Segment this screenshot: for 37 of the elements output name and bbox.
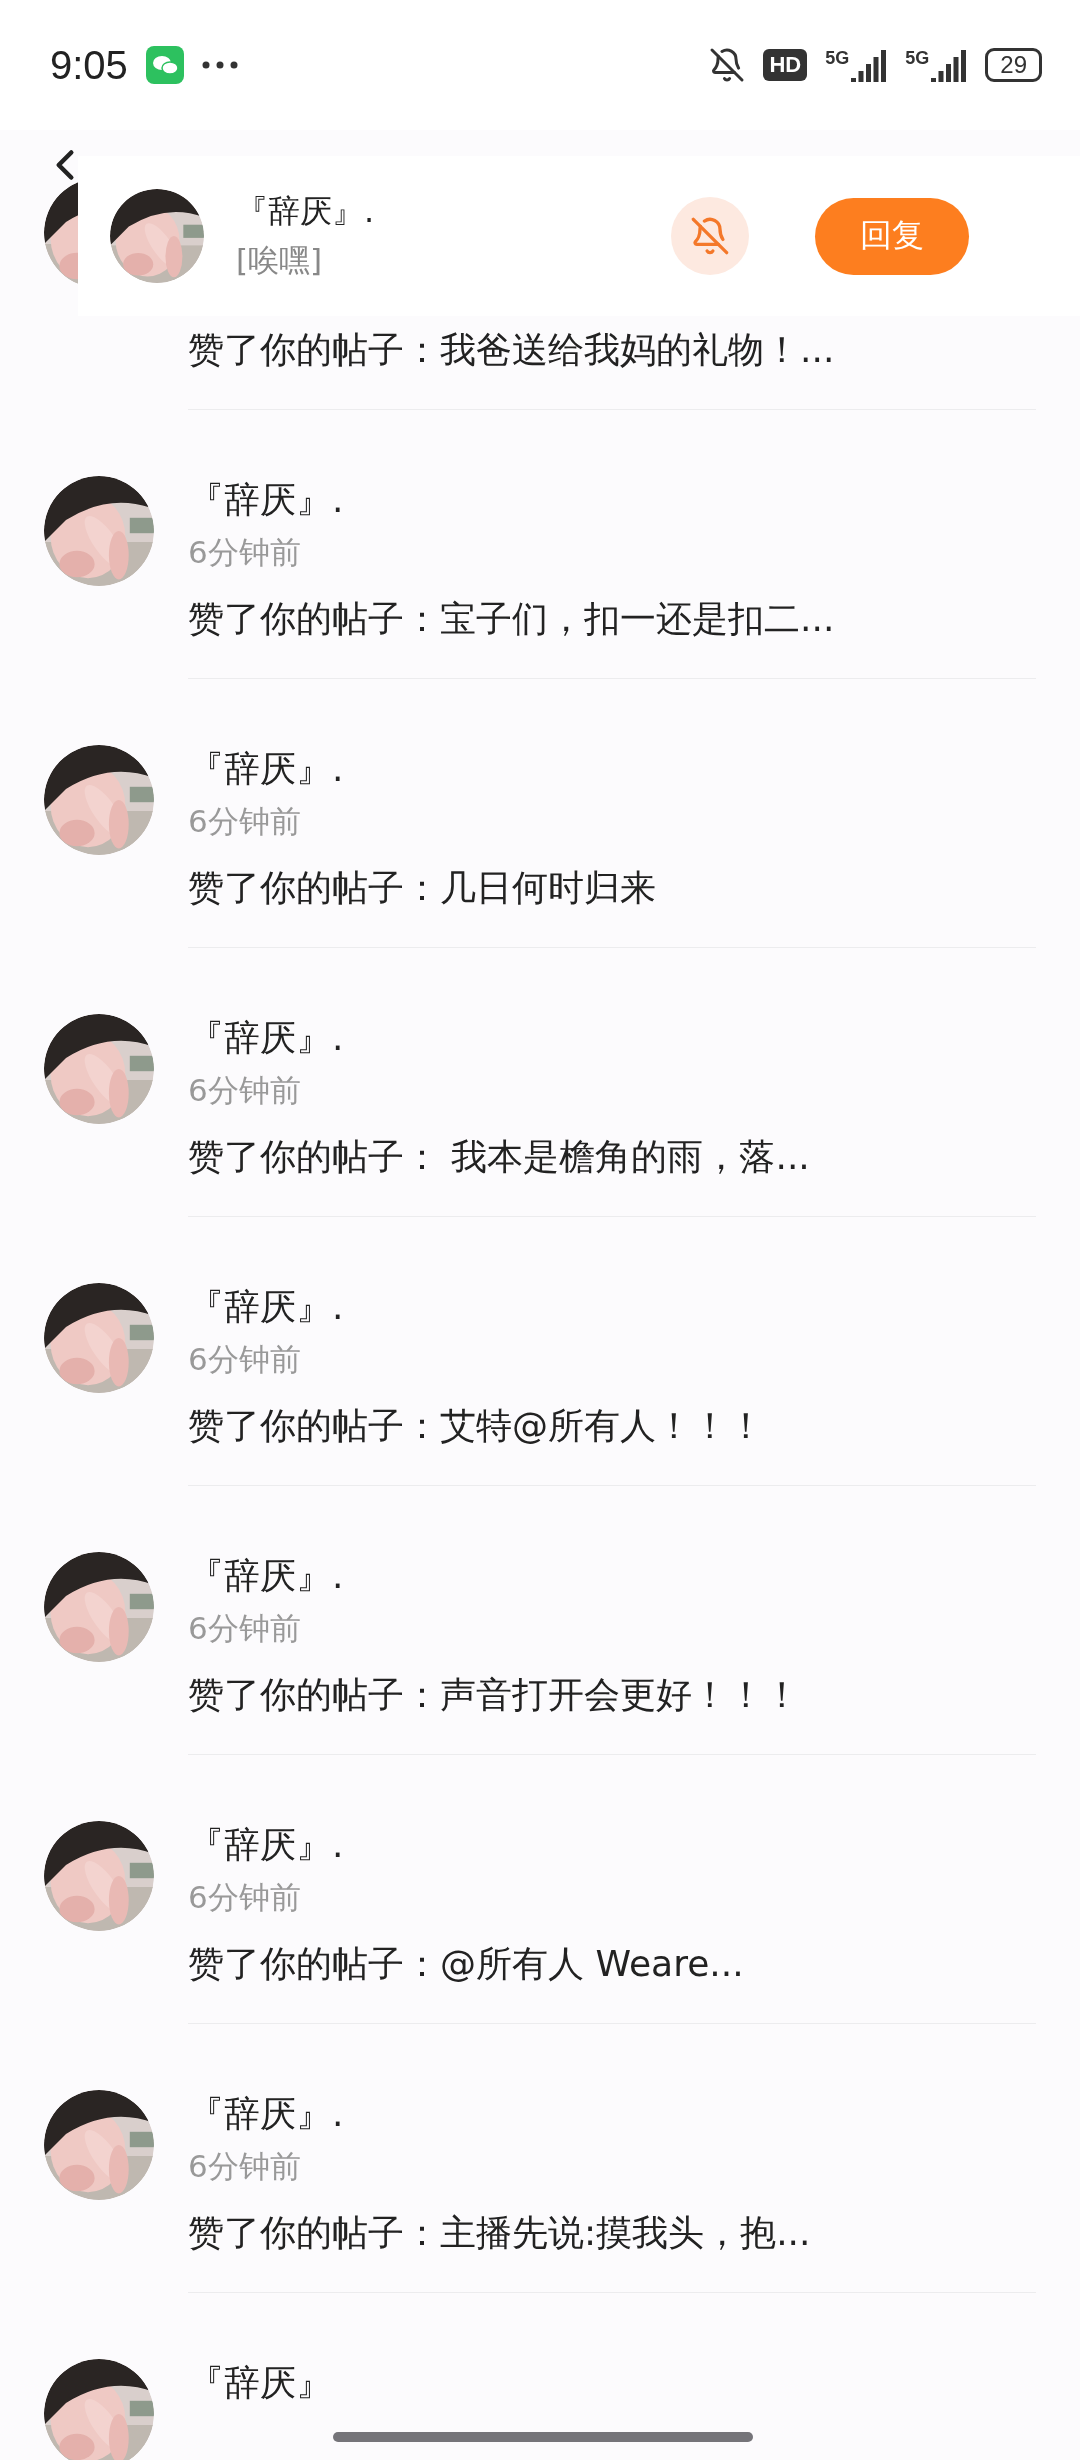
notification-text: 赞了你的帖子：宝子们，扣一还是扣二... <box>188 597 836 641</box>
user-name: 『辞厌』. <box>188 1554 345 1598</box>
user-name: 『辞厌』. <box>188 2092 345 2136</box>
notification-text: 赞了你的帖子：艾特@所有人！！！ <box>188 1404 765 1448</box>
message-preview: [唉嘿] <box>236 241 324 280</box>
chat-app-icon <box>145 46 184 84</box>
signal-icon <box>851 48 888 82</box>
timestamp: 6分钟前 <box>188 802 302 841</box>
user-name: 『辞厌』. <box>188 1016 345 1060</box>
user-name: 『辞厌』 <box>188 2361 333 2405</box>
timestamp: 6分钟前 <box>188 1071 302 1110</box>
notification-text: 赞了你的帖子：几日何时归来 <box>188 866 657 910</box>
notification-text: 赞了你的帖子：声音打开会更好！！！ <box>188 1673 801 1717</box>
more-icon <box>201 61 238 69</box>
timestamp: 6分钟前 <box>188 1609 302 1648</box>
hd-badge: HD <box>763 49 808 81</box>
notification-banner[interactable]: 『辞厌』. [唉嘿] 回复 <box>78 156 1080 316</box>
sender-name: 『辞厌』. <box>236 191 376 232</box>
timestamp: 6分钟前 <box>188 533 302 572</box>
bell-off-icon <box>690 216 730 256</box>
timestamp: 6分钟前 <box>188 1340 302 1379</box>
signal-icon <box>931 48 968 82</box>
notification-text: 赞了你的帖子：我爸送给我妈的礼物！... <box>188 328 836 372</box>
user-name: 『辞厌』. <box>188 747 345 791</box>
user-name: 『辞厌』. <box>188 478 345 522</box>
timestamp: 6分钟前 <box>188 1878 302 1917</box>
notification-text: 赞了你的帖子：主播先说:摸我头，抱... <box>188 2211 812 2255</box>
clock: 9:05 <box>50 42 128 88</box>
network-label: 5G <box>825 48 850 69</box>
timestamp: 6分钟前 <box>188 2147 302 2186</box>
user-name: 『辞厌』. <box>188 1285 345 1329</box>
notification-text: 赞了你的帖子： 我本是檐角的雨，落... <box>188 1135 811 1179</box>
bell-off-icon <box>709 47 746 83</box>
battery-indicator: 29 <box>985 48 1042 82</box>
notification-text: 赞了你的帖子：@所有人 Weare... <box>188 1942 745 1986</box>
network-label: 5G <box>905 48 930 69</box>
user-name: 『辞厌』. <box>188 1823 345 1867</box>
